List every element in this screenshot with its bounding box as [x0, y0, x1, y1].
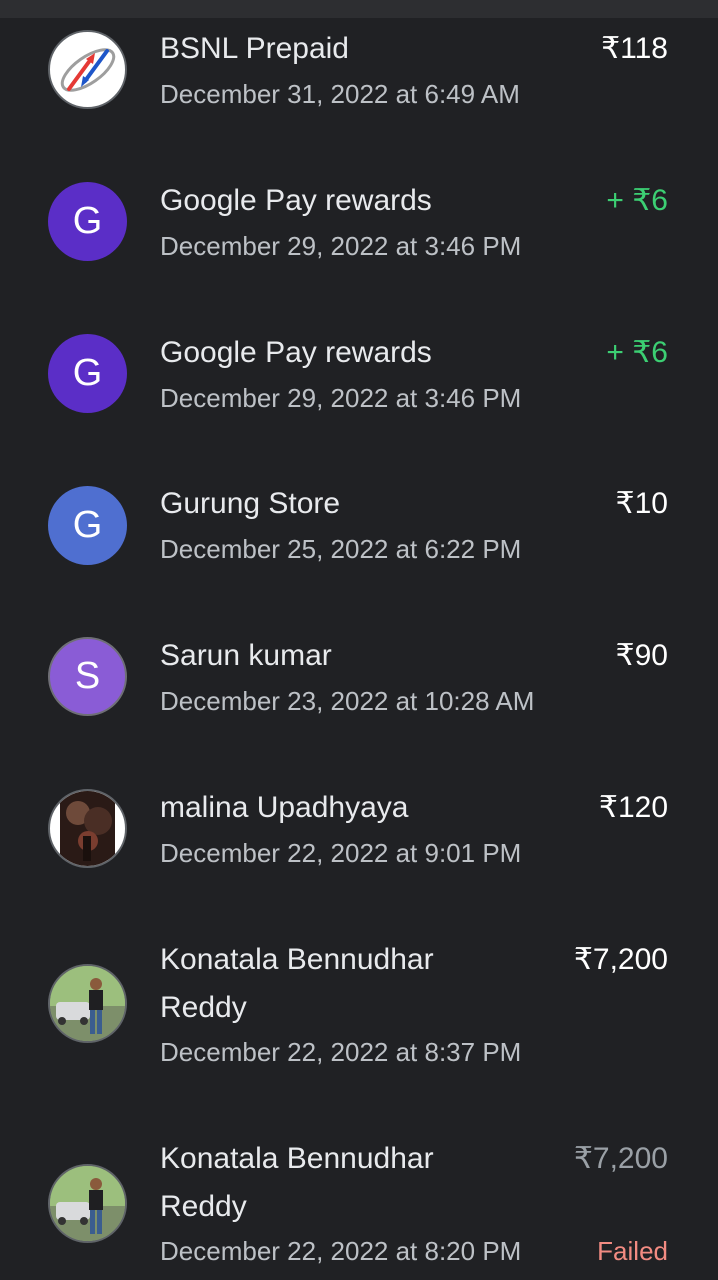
avatar-letter: G — [72, 504, 103, 546]
avatar: S — [48, 637, 127, 716]
payee-name: BSNL Prepaid — [160, 32, 349, 65]
payee-name: malina Upadhyaya — [160, 791, 409, 824]
transaction-date: December 25, 2022 at 6:22 PM — [160, 534, 522, 564]
avatar: G — [48, 334, 127, 413]
transaction-date: December 29, 2022 at 3:46 PM — [160, 231, 522, 261]
avatar-letter: G — [72, 200, 103, 242]
status-bar-edge — [0, 0, 718, 18]
payee-name: Konatala Bennudhar Reddy — [160, 1135, 540, 1231]
payee-name: Google Pay rewards — [160, 184, 432, 217]
avatar-letter: S — [74, 655, 101, 697]
avatar-letter: G — [72, 352, 103, 394]
profile-photo-icon — [48, 964, 127, 1043]
bsnl-logo-icon — [48, 30, 127, 109]
transaction-amount: ₹120 — [598, 791, 668, 824]
profile-photo-icon — [48, 1164, 127, 1243]
payee-name-line1: Konatala Bennudhar — [160, 943, 434, 976]
payee-name: Sarun kumar — [160, 639, 332, 672]
transaction-date: December 22, 2022 at 8:37 PM — [160, 1037, 522, 1067]
payee-name: Konatala Bennudhar Reddy — [160, 936, 540, 1032]
payee-name: Gurung Store — [160, 487, 341, 520]
transaction-date: December 22, 2022 at 8:20 PM — [160, 1236, 522, 1266]
avatar: G — [48, 486, 127, 565]
transaction-amount: ₹118 — [601, 32, 668, 65]
transaction-amount: ₹7,200 — [573, 943, 668, 976]
profile-photo-icon — [48, 789, 127, 868]
payee-name-line1: Konatala Bennudhar — [160, 1142, 434, 1175]
payee-name: Google Pay rewards — [160, 336, 432, 369]
transaction-amount: ₹10 — [615, 487, 668, 520]
transaction-amount: + ₹6 — [606, 336, 668, 369]
payee-name-line2: Reddy — [160, 991, 247, 1024]
transaction-date: December 31, 2022 at 6:49 AM — [160, 79, 520, 109]
failed-status: Failed — [597, 1236, 668, 1266]
transaction-date: December 22, 2022 at 9:01 PM — [160, 838, 522, 868]
transaction-date: December 23, 2022 at 10:28 AM — [160, 686, 535, 716]
transaction-amount: ₹90 — [615, 639, 668, 672]
transaction-amount: + ₹6 — [606, 184, 668, 217]
transaction-date: December 29, 2022 at 3:46 PM — [160, 383, 522, 413]
avatar: G — [48, 182, 127, 261]
payee-name-line2: Reddy — [160, 1190, 247, 1223]
transaction-amount: ₹7,200 — [573, 1142, 668, 1175]
